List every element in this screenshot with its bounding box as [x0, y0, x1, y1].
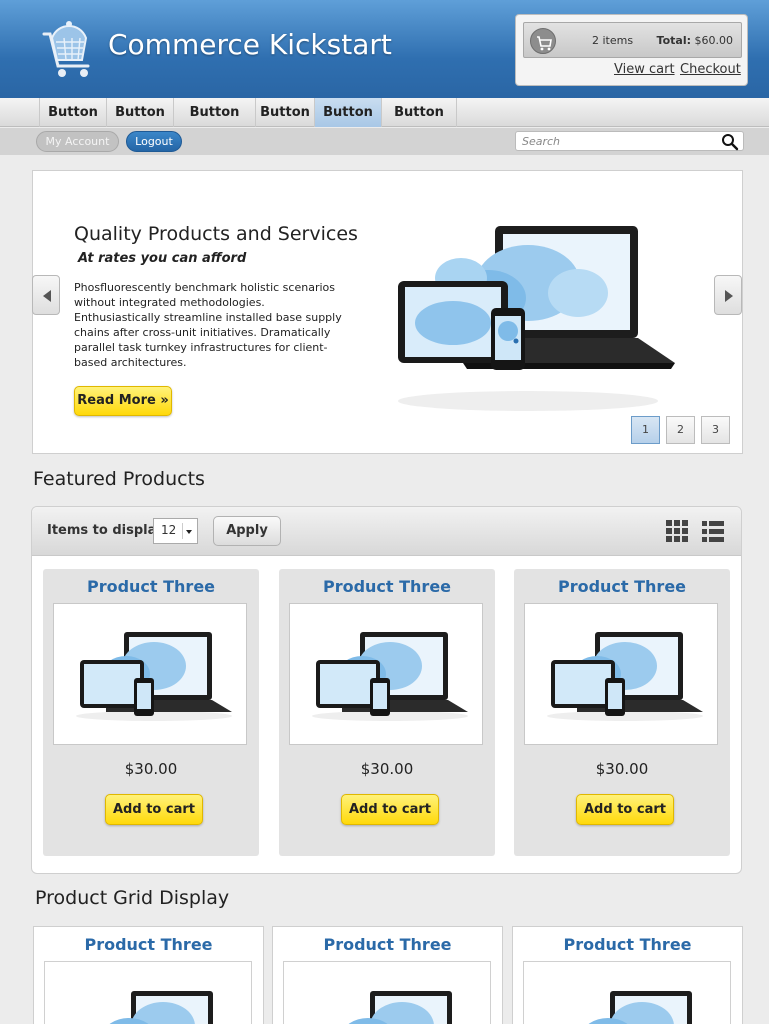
grid-heading: Product Grid Display [35, 887, 230, 909]
cart-summary: 2 items Total: $60.00 View cart Checkout [515, 14, 748, 86]
product-title[interactable]: Product Three [273, 935, 502, 954]
read-more-button[interactable]: Read More » [74, 386, 172, 416]
slider-prev-button[interactable] [32, 275, 60, 315]
slider-next-button[interactable] [714, 275, 742, 315]
view-cart-link[interactable]: View cart [614, 62, 675, 77]
items-per-page-value: 12 [161, 523, 177, 537]
cart-total-value: $60.00 [694, 34, 734, 47]
product-image[interactable] [44, 961, 252, 1024]
slider-page-1[interactable]: 1 [631, 416, 660, 444]
product-card: Product Three $30.00 Add to cart [514, 569, 730, 856]
main-nav: Button Button Button Button Button Butto… [0, 98, 769, 127]
slide-body: Phosfluorescently benchmark holistic sce… [74, 281, 342, 369]
nav-item-3[interactable]: Button [173, 98, 255, 127]
hero-slider: Quality Products and Services At rates y… [32, 170, 743, 454]
product-image[interactable] [289, 603, 483, 745]
items-per-page-select[interactable]: 12 [153, 518, 198, 544]
cart-total: Total: $60.00 [657, 34, 733, 47]
add-to-cart-button[interactable]: Add to cart [105, 794, 203, 825]
slide-subtitle: At rates you can afford [78, 251, 247, 266]
slider-page-2[interactable]: 2 [666, 416, 695, 444]
product-title[interactable]: Product Three [279, 577, 495, 596]
add-to-cart-button[interactable]: Add to cart [341, 794, 439, 825]
checkout-link[interactable]: Checkout [680, 62, 741, 77]
slide-title: Quality Products and Services [74, 223, 358, 245]
add-to-cart-button[interactable]: Add to cart [576, 794, 674, 825]
nav-item-1[interactable]: Button [39, 98, 106, 127]
chevron-down-icon [182, 523, 194, 539]
nav-item-5-active[interactable]: Button [314, 98, 381, 127]
devices-cloud-image [398, 226, 675, 411]
product-image[interactable] [283, 961, 491, 1024]
apply-button[interactable]: Apply [213, 516, 281, 546]
nav-item-6[interactable]: Button [381, 98, 457, 127]
product-price: $30.00 [360, 760, 414, 778]
slider-page-3[interactable]: 3 [701, 416, 730, 444]
product-title[interactable]: Product Three [514, 577, 730, 596]
featured-heading: Featured Products [33, 468, 205, 490]
search-box [515, 131, 744, 151]
product-title[interactable]: Product Three [43, 577, 259, 596]
grid-product-card: Product Three [512, 926, 743, 1024]
site-title[interactable]: Commerce Kickstart [108, 28, 392, 61]
user-bar: My Account Logout [0, 128, 769, 155]
product-price: $30.00 [124, 760, 178, 778]
product-title[interactable]: Product Three [513, 935, 742, 954]
cart-item-count: 2 items [592, 34, 634, 47]
shopping-cart-logo-icon[interactable] [36, 16, 98, 82]
display-toolbar: Items to display 12 Apply [32, 507, 741, 556]
product-title[interactable]: Product Three [34, 935, 263, 954]
grid-product-card: Product Three [272, 926, 503, 1024]
product-card: Product Three $30.00 Add to cart [279, 569, 495, 856]
search-input[interactable] [522, 134, 712, 149]
cart-icon [530, 28, 556, 54]
product-image[interactable] [524, 603, 718, 745]
search-icon[interactable] [721, 133, 739, 151]
list-view-icon[interactable] [702, 520, 724, 542]
product-image[interactable] [523, 961, 731, 1024]
nav-item-2[interactable]: Button [106, 98, 173, 127]
cart-summary-bar: 2 items Total: $60.00 [523, 22, 742, 58]
grid-product-card: Product Three [33, 926, 264, 1024]
site-header: Commerce Kickstart 2 items Total: $60.00… [0, 0, 769, 98]
grid-view-icon[interactable] [666, 520, 688, 542]
product-price: $30.00 [595, 760, 649, 778]
product-image[interactable] [53, 603, 247, 745]
product-card: Product Three $30.00 Add to cart [43, 569, 259, 856]
arrow-left-icon [43, 290, 51, 302]
logout-button[interactable]: Logout [126, 131, 182, 152]
nav-item-4[interactable]: Button [255, 98, 314, 127]
items-to-display-label: Items to display [47, 523, 165, 538]
cart-total-label: Total: [656, 34, 691, 47]
arrow-right-icon [725, 290, 733, 302]
my-account-button[interactable]: My Account [36, 131, 119, 152]
